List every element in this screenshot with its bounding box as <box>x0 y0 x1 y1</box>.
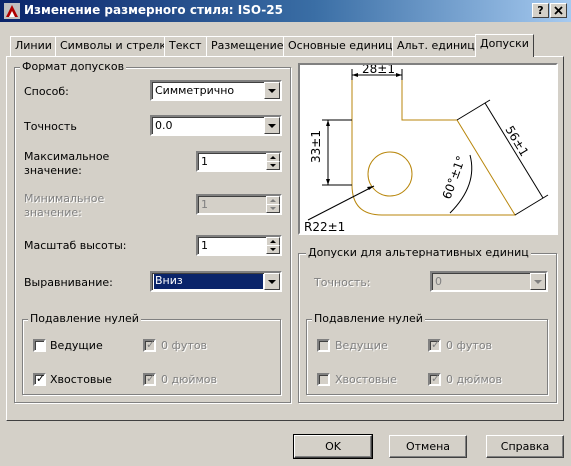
tab-text[interactable]: Текст <box>164 36 207 56</box>
alt-precision-select: 0 <box>430 271 548 292</box>
close-caption-button[interactable] <box>550 3 567 18</box>
tab-lines[interactable]: Линии <box>10 36 57 56</box>
leading-label[interactable]: Ведущие <box>50 339 103 352</box>
help-caption-button[interactable]: ? <box>532 3 549 18</box>
alt-feet-checkbox: ✓ <box>428 338 441 352</box>
dim-left-text: 33±1 <box>309 130 323 163</box>
trailing-checkbox[interactable]: ✓ <box>33 372 46 386</box>
precision-label: Точность <box>24 120 77 133</box>
height-scale-label: Масштаб высоты: <box>24 239 127 252</box>
upper-value-label-line2: значение: <box>24 164 82 177</box>
alt-precision-label: Точность: <box>314 276 371 289</box>
lower-value-spinner: 1 <box>196 194 282 215</box>
ok-button[interactable]: OK <box>293 434 373 459</box>
inches-checkbox: ✓ <box>143 372 156 386</box>
checkmark-icon: ✓ <box>146 372 156 385</box>
spin-down-icon[interactable] <box>266 245 280 254</box>
alt-inches-label: 0 дюймов <box>446 373 503 386</box>
alt-tolerance-title: Допуски для альтернативных единиц <box>306 246 531 259</box>
method-value: Симметрично <box>155 84 235 97</box>
dim-radius-text: R22±1 <box>304 220 345 233</box>
alt-zero-suppression-title: Подавление нулей <box>312 312 425 325</box>
alt-precision-value: 0 <box>435 275 442 288</box>
vertical-position-select[interactable]: Вниз <box>150 271 282 292</box>
tab-primary-units[interactable]: Основные единицы <box>283 36 407 56</box>
tolerance-format-title: Формат допусков <box>20 60 127 73</box>
window-title: Изменение размерного стиля: ISO-25 <box>24 3 283 17</box>
checkmark-icon: ✓ <box>431 338 441 351</box>
upper-value-label-line1: Максимальное <box>24 150 110 163</box>
dimension-preview: 28±1 33±1 56±1 60°±1° R22±1 <box>298 62 558 235</box>
inches-label: 0 дюймов <box>161 373 218 386</box>
cancel-button[interactable]: Отмена <box>389 435 467 458</box>
alt-leading-label: Ведущие <box>335 339 388 352</box>
vertical-position-label: Выравнивание: <box>24 276 113 289</box>
spin-down-icon <box>266 204 280 213</box>
method-select[interactable]: Симметрично <box>150 80 282 101</box>
dim-top-text: 28±1 <box>362 65 395 76</box>
chevron-down-icon[interactable] <box>264 82 280 99</box>
close-icon <box>554 6 563 15</box>
tab-tolerances[interactable]: Допуски <box>475 34 534 57</box>
height-scale-spinner[interactable]: 1 <box>196 235 282 256</box>
trailing-label[interactable]: Хвостовые <box>50 373 112 386</box>
chevron-down-icon[interactable] <box>264 117 280 134</box>
spin-down-icon[interactable] <box>266 161 280 170</box>
checkmark-icon: ✓ <box>431 372 441 385</box>
precision-select[interactable]: 0.0 <box>150 115 282 136</box>
alt-leading-checkbox <box>317 339 330 352</box>
alt-inches-checkbox: ✓ <box>428 372 441 386</box>
precision-value: 0.0 <box>155 119 173 132</box>
tab-symbols-arrows[interactable]: Символы и стрелки <box>55 36 179 56</box>
upper-value-spinner[interactable]: 1 <box>196 151 282 172</box>
method-label: Способ: <box>24 85 69 98</box>
lower-value-label-line1: Минимальное <box>24 192 105 205</box>
chevron-down-icon <box>530 273 546 290</box>
preview-drawing: 28±1 33±1 56±1 60°±1° R22±1 <box>304 62 549 234</box>
upper-value: 1 <box>201 155 208 168</box>
feet-label: 0 футов <box>161 339 208 352</box>
help-button[interactable]: Справка <box>486 435 564 458</box>
tab-fit[interactable]: Размещение <box>206 36 289 56</box>
dim-diagonal-text: 56±1 <box>502 123 531 158</box>
alt-trailing-label: Хвостовые <box>335 373 397 386</box>
alt-trailing-checkbox <box>317 373 330 386</box>
height-scale-value: 1 <box>201 239 208 252</box>
checkmark-icon: ✓ <box>36 372 46 385</box>
feet-checkbox: ✓ <box>143 338 156 352</box>
zero-suppression-title: Подавление нулей <box>28 312 141 325</box>
lower-value-label-line2: значение: <box>24 206 82 219</box>
autocad-app-icon <box>4 3 20 19</box>
lower-value: 1 <box>201 198 208 211</box>
dim-angle-text: 60°±1° <box>440 154 469 201</box>
title-bar[interactable]: Изменение размерного стиля: ISO-25 ? <box>0 0 571 22</box>
checkmark-icon: ✓ <box>146 338 156 351</box>
vertical-position-value: Вниз <box>154 274 263 289</box>
chevron-down-icon[interactable] <box>264 273 280 290</box>
leading-checkbox[interactable] <box>33 339 46 352</box>
alt-feet-label: 0 футов <box>446 339 493 352</box>
tab-alternate-units[interactable]: Альт. единицы <box>392 36 489 56</box>
